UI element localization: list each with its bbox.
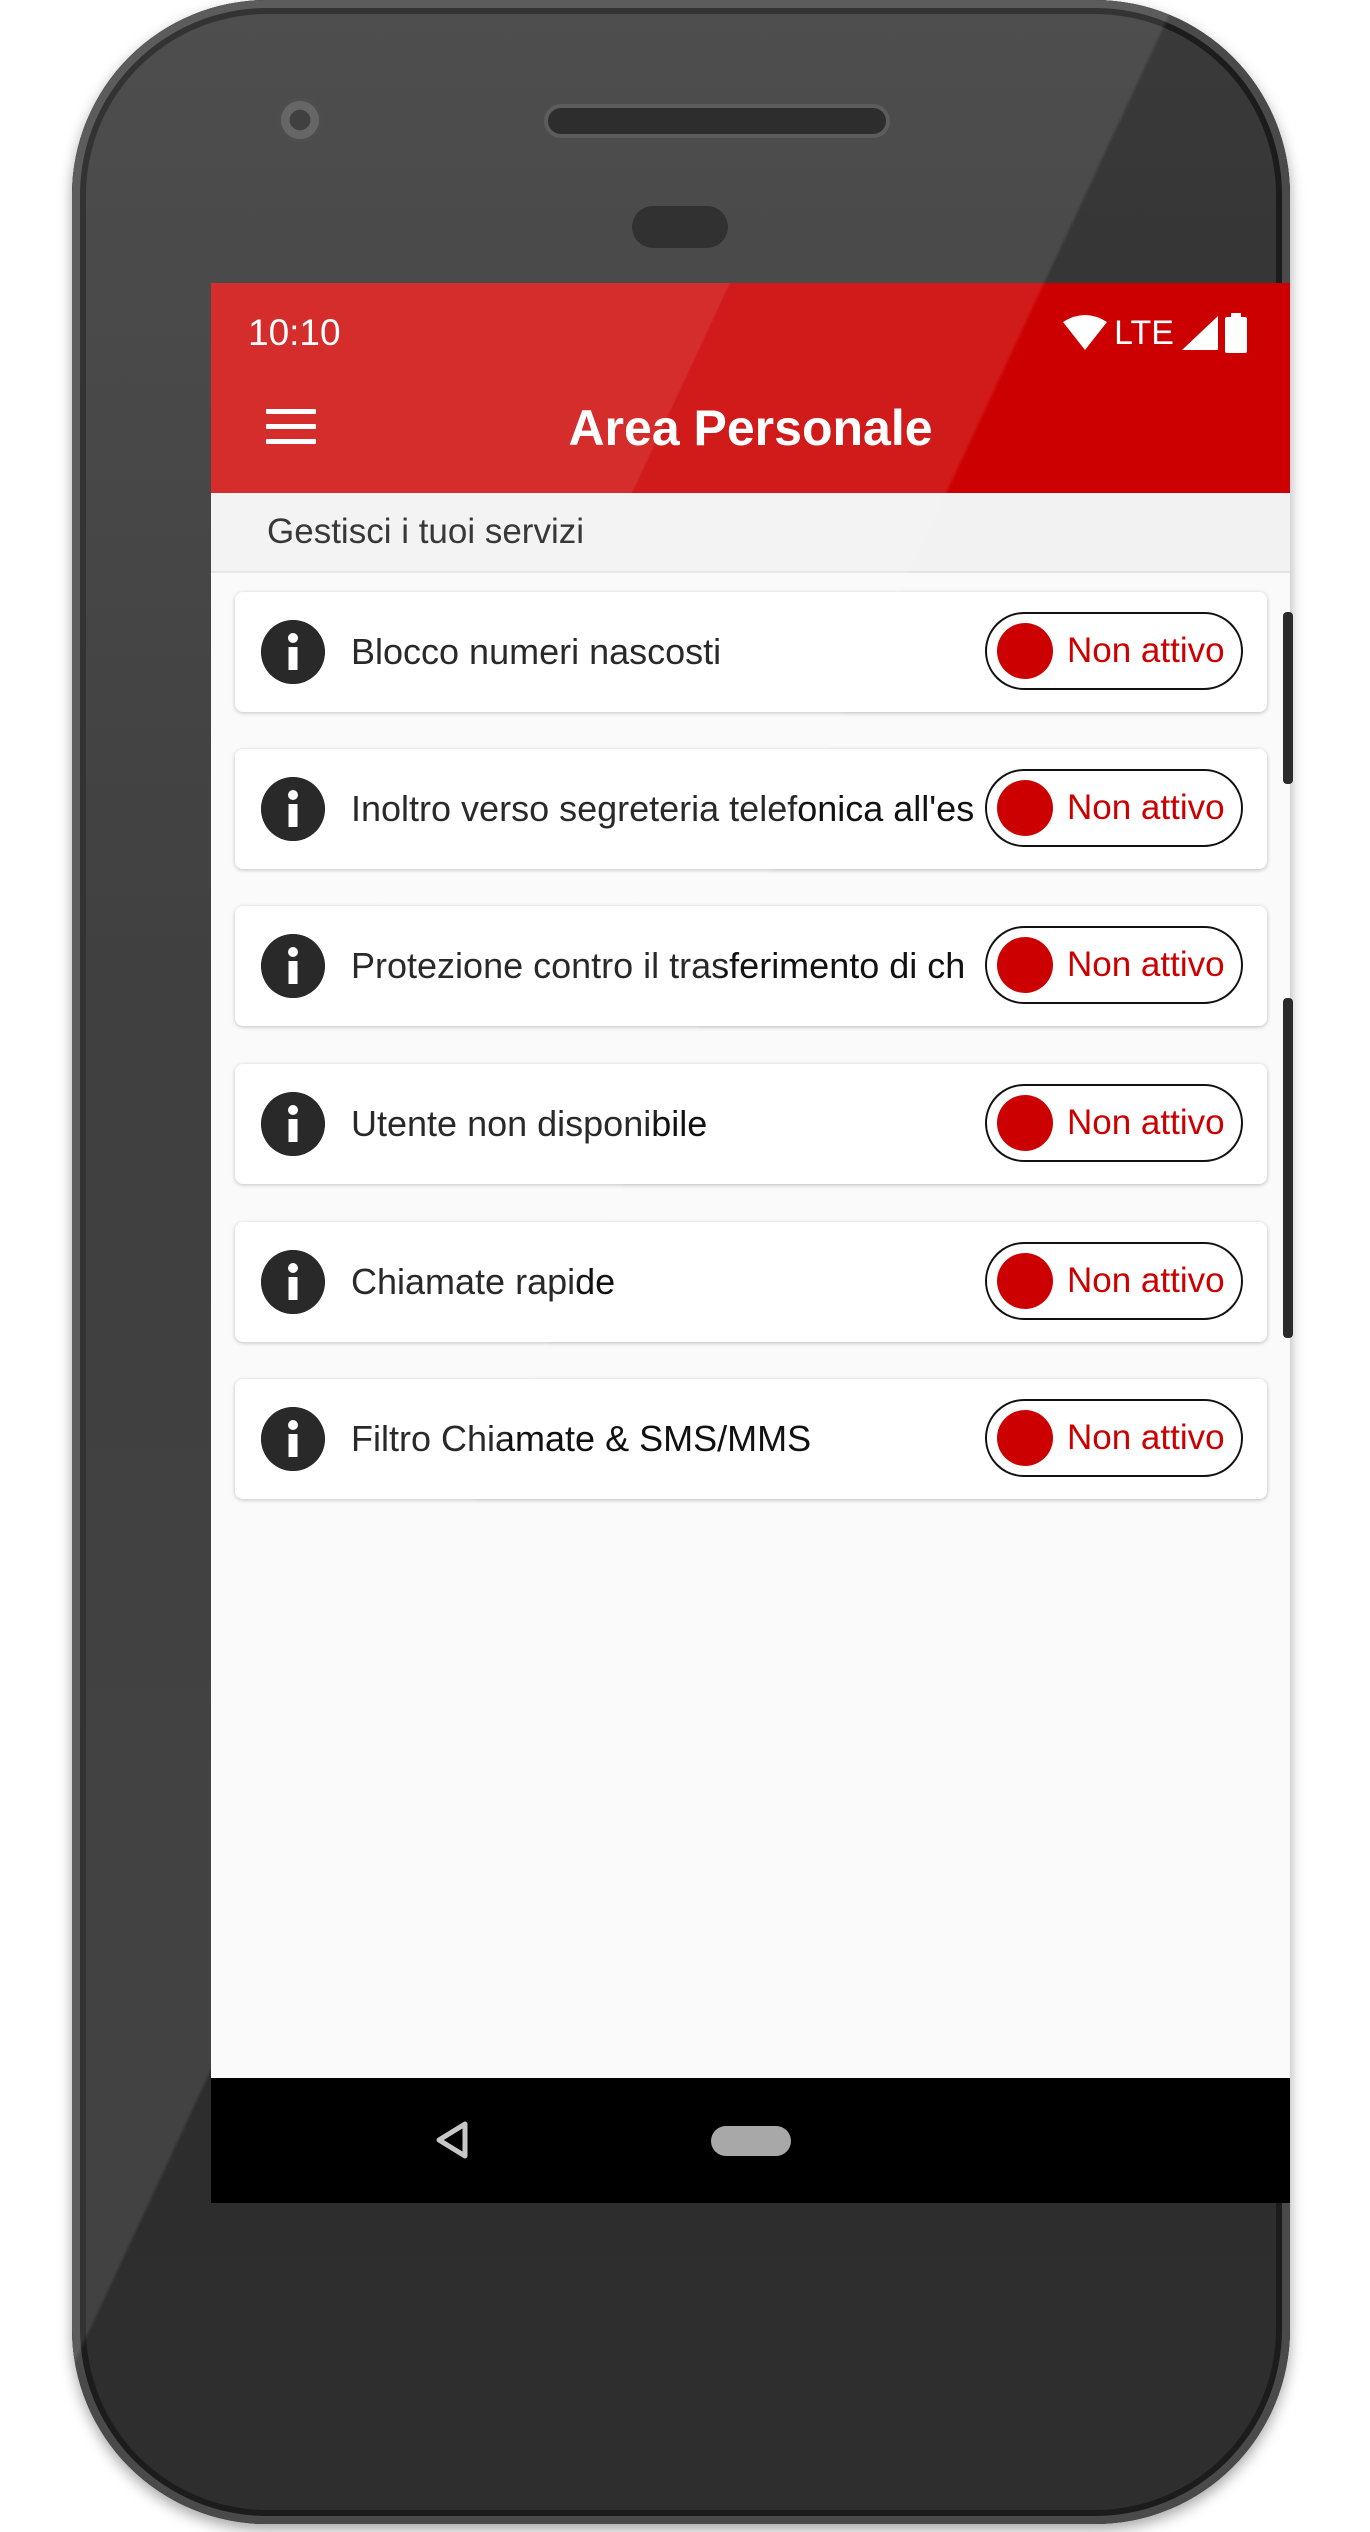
service-toggle[interactable]: Non attivo — [985, 926, 1243, 1004]
toggle-knob — [997, 623, 1053, 679]
toggle-knob — [997, 780, 1053, 836]
service-label: Blocco numeri nascosti — [351, 631, 722, 672]
section-header: Gestisci i tuoi servizi — [211, 493, 1290, 573]
network-type: LTE — [1114, 313, 1174, 352]
service-toggle[interactable]: Non attivo — [985, 1242, 1243, 1320]
toggle-status-text: Non attivo — [1067, 788, 1225, 827]
service-card: Filtro Chiamate & SMS/MMS Non attivo — [235, 1379, 1267, 1499]
service-card: Blocco numeri nascosti Non attivo — [235, 592, 1267, 712]
toggle-status-text: Non attivo — [1067, 945, 1225, 984]
app-bar: 10:10 LTE Area Personale — [211, 283, 1290, 493]
info-icon[interactable] — [261, 777, 325, 841]
info-icon[interactable] — [261, 620, 325, 684]
service-toggle[interactable]: Non attivo — [985, 612, 1243, 690]
phone-frame: 10:10 LTE Area Personale Gestisci i tuoi… — [72, 0, 1290, 2524]
toggle-knob — [997, 1095, 1053, 1151]
front-camera-icon — [278, 98, 322, 142]
wifi-icon — [1063, 315, 1108, 350]
service-label: Protezione contro il trasferimento di ch — [351, 945, 966, 986]
power-button — [1283, 998, 1293, 1338]
service-card: Utente non disponibile Non attivo — [235, 1064, 1267, 1184]
toggle-status-text: Non attivo — [1067, 1103, 1225, 1142]
service-label: Utente non disponibile — [351, 1103, 708, 1144]
service-card: Inoltro verso segreteria telefonica all'… — [235, 749, 1267, 869]
app-screen: 10:10 LTE Area Personale Gestisci i tuoi… — [211, 283, 1290, 2203]
service-label: Inoltro verso segreteria telefonica all'… — [351, 788, 975, 829]
info-icon[interactable] — [261, 1407, 325, 1471]
service-toggle[interactable]: Non attivo — [985, 769, 1243, 847]
service-card: Protezione contro il trasferimento di ch… — [235, 906, 1267, 1026]
info-icon[interactable] — [261, 934, 325, 998]
service-label: Chiamate rapide — [351, 1261, 616, 1302]
proximity-sensor — [632, 206, 728, 248]
service-card: Chiamate rapide Non attivo — [235, 1222, 1267, 1342]
service-label: Filtro Chiamate & SMS/MMS — [351, 1418, 812, 1459]
info-icon[interactable] — [261, 1092, 325, 1156]
service-toggle[interactable]: Non attivo — [985, 1399, 1243, 1477]
volume-button — [1283, 612, 1293, 784]
battery-icon — [1225, 313, 1247, 353]
page-title: Area Personale — [568, 400, 933, 456]
status-time: 10:10 — [248, 312, 341, 353]
toggle-status-text: Non attivo — [1067, 1261, 1225, 1300]
toggle-status-text: Non attivo — [1067, 631, 1225, 670]
service-toggle[interactable]: Non attivo — [985, 1084, 1243, 1162]
toggle-status-text: Non attivo — [1067, 1418, 1225, 1457]
toggle-knob — [997, 937, 1053, 993]
toggle-knob — [997, 1410, 1053, 1466]
toggle-knob — [997, 1253, 1053, 1309]
home-pill-icon[interactable] — [711, 2126, 791, 2156]
back-triangle-icon[interactable] — [431, 2118, 475, 2162]
cell-signal-icon — [1182, 316, 1218, 350]
system-nav-bar — [211, 2078, 1290, 2203]
section-header-text: Gestisci i tuoi servizi — [267, 512, 585, 551]
status-icons: LTE — [1062, 293, 1248, 373]
info-icon[interactable] — [261, 1250, 325, 1314]
earpiece-speaker — [548, 108, 886, 134]
